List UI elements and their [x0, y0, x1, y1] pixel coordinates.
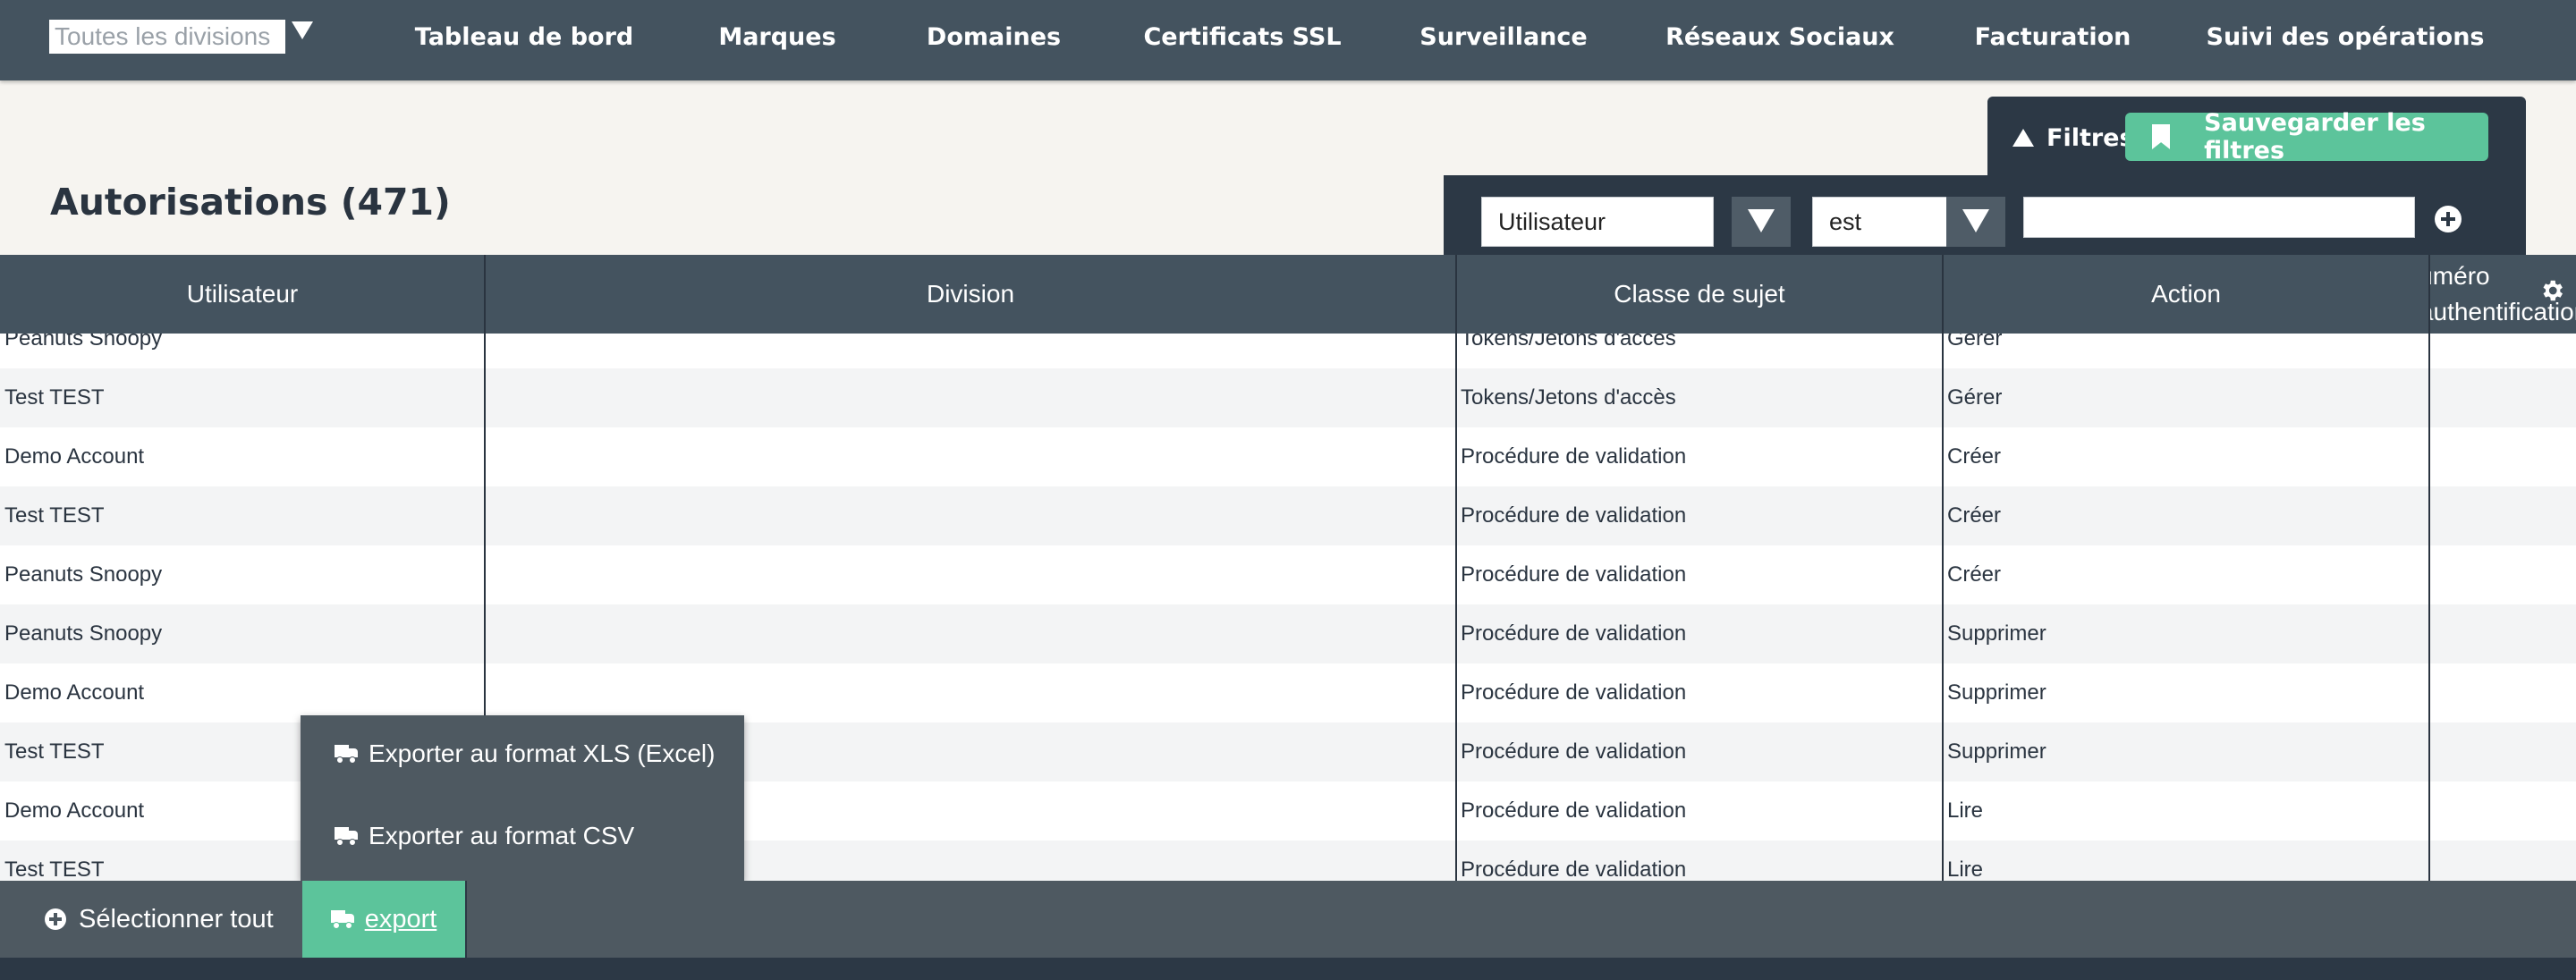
table-row[interactable]: Demo Account Procédure de validation Suppr…: [0, 663, 2576, 722]
nav-item-monitoring[interactable]: Surveillance: [1419, 20, 1587, 55]
cell-subject-class: Procédure de validation: [1461, 621, 1687, 646]
table-row[interactable]: Test TEST Procédure de validation Créer: [0, 486, 2576, 545]
cell-subject-class: Procédure de validation: [1461, 739, 1687, 764]
nav-item-dashboard[interactable]: Tableau de bord: [415, 20, 633, 55]
column-divider: [2428, 255, 2430, 881]
cell-user: Peanuts Snoopy: [4, 334, 163, 351]
cell-user: Peanuts Snoopy: [4, 562, 163, 587]
division-select[interactable]: Toutes les divisions: [49, 20, 285, 54]
save-filters-button[interactable]: Sauvegarder les filtres: [2125, 109, 2488, 165]
cell-division: [485, 368, 1454, 427]
bookmark-icon: [2152, 124, 2171, 149]
cell-subject-class: Procédure de validation: [1461, 562, 1687, 587]
cell-action: Gérer: [1947, 334, 2003, 351]
cell-subject-class: Tokens/Jetons d'accès: [1461, 385, 1676, 410]
truck-icon: [330, 910, 354, 929]
table-row[interactable]: Peanuts Snoopy Tokens/Jetons d'accès Gérer: [0, 334, 2576, 368]
save-filters-label: Sauvegarder les filtres: [2204, 109, 2426, 165]
filter-value-input[interactable]: [2023, 197, 2415, 238]
plus-circle-icon: [45, 908, 66, 930]
column-header-action[interactable]: Action: [1943, 255, 2429, 334]
cell-action: Créer: [1947, 444, 2002, 469]
filter-bar: Utilisateur est: [1444, 175, 2526, 256]
nav-item-social-networks[interactable]: Réseaux Sociaux: [1665, 20, 1894, 55]
filters-toggle-label: Filtres: [2046, 123, 2134, 152]
filter-operator-select[interactable]: est: [1812, 197, 1955, 247]
gear-icon[interactable]: [2538, 277, 2565, 304]
cell-division: [485, 663, 1454, 722]
cell-action: Gérer: [1947, 385, 2003, 410]
cell-action: Créer: [1947, 562, 2002, 587]
filters-panel-tab: Filtres Sauvegarder les filtres: [1987, 97, 2526, 177]
cell-subject-class: Procédure de validation: [1461, 444, 1687, 469]
cell-user: Peanuts Snoopy: [4, 621, 163, 646]
column-header-subject-class[interactable]: Classe de sujet: [1456, 255, 1943, 334]
table-header: Utilisateur Division Classe de sujet Act…: [0, 255, 2576, 334]
truck-icon: [335, 827, 358, 846]
cell-action: Supprimer: [1947, 621, 2046, 646]
filters-toggle[interactable]: Filtres: [2012, 120, 2134, 156]
cell-division: [485, 545, 1454, 604]
cell-action: Lire: [1947, 858, 1984, 881]
cell-action: Créer: [1947, 503, 2002, 528]
cell-action: Lire: [1947, 798, 1984, 823]
column-divider: [1942, 255, 1944, 881]
cell-action: Supprimer: [1947, 680, 2046, 705]
cell-division: [485, 334, 1454, 368]
export-xls-label: Exporter au format XLS (Excel): [369, 739, 716, 767]
cell-subject-class: Procédure de validation: [1461, 798, 1687, 823]
cell-user: Demo Account: [4, 444, 145, 469]
export-csv-label: Exporter au format CSV: [369, 822, 635, 849]
export-xls-option[interactable]: Exporter au format XLS (Excel): [335, 736, 715, 772]
table-row[interactable]: Peanuts Snoopy Procédure de validation Cré…: [0, 545, 2576, 604]
nav-item-domains[interactable]: Domaines: [927, 20, 1061, 55]
export-csv-option[interactable]: Exporter au format CSV: [335, 818, 634, 854]
cell-subject-class: Procédure de validation: [1461, 680, 1687, 705]
truck-icon: [335, 745, 358, 764]
export-button[interactable]: export: [302, 881, 467, 958]
add-filter-plus-icon[interactable]: [2435, 206, 2462, 232]
triangle-up-icon: [2012, 129, 2034, 147]
nav-item-operations-tracking[interactable]: Suivi des opérations: [2206, 20, 2484, 55]
table-row[interactable]: Peanuts Snoopy Procédure de validation Sup…: [0, 604, 2576, 663]
cell-subject-class: Procédure de validation: [1461, 503, 1687, 528]
column-divider: [1455, 255, 1457, 881]
cell-division: [485, 486, 1454, 545]
chevron-down-icon[interactable]: [292, 21, 313, 39]
chevron-down-icon[interactable]: [1946, 197, 2005, 247]
column-header-user[interactable]: Utilisateur: [0, 255, 485, 334]
filter-field-select[interactable]: Utilisateur: [1481, 197, 1714, 247]
cell-subject-class: Tokens/Jetons d'accès: [1461, 334, 1676, 351]
column-header-division[interactable]: Division: [485, 255, 1456, 334]
footer-strip: [0, 958, 2576, 980]
table-row[interactable]: Demo Account Procédure de validation Créer: [0, 427, 2576, 486]
cell-action: Supprimer: [1947, 739, 2046, 764]
cell-division: [485, 604, 1454, 663]
select-all-button[interactable]: Sélectionner tout: [45, 900, 274, 938]
nav-item-ssl-certificates[interactable]: Certificats SSL: [1143, 20, 1341, 55]
cell-user: Test TEST: [4, 385, 105, 410]
page-title-text: Autorisations: [50, 181, 328, 224]
export-button-label: export: [364, 904, 437, 934]
cell-user: Test TEST: [4, 503, 105, 528]
top-navigation: Toutes les divisions Tableau de bord Mar…: [0, 0, 2576, 80]
page-title-count: (471): [340, 181, 451, 224]
cell-user: Demo Account: [4, 680, 145, 705]
chevron-down-icon[interactable]: [1732, 197, 1791, 247]
table-row[interactable]: Test TEST Tokens/Jetons d'accès Gérer: [0, 368, 2576, 427]
select-all-label: Sélectionner tout: [79, 904, 274, 934]
nav-item-billing[interactable]: Facturation: [1975, 20, 2131, 55]
cell-division: [485, 427, 1454, 486]
nav-item-brands[interactable]: Marques: [718, 20, 835, 55]
page-title: Autorisations (471): [50, 181, 451, 224]
cell-subject-class: Procédure de validation: [1461, 858, 1687, 881]
export-menu: Exporter au format XLS (Excel) Exporter …: [301, 715, 744, 881]
bulk-actions-bar: Sélectionner tout export: [0, 881, 2576, 958]
